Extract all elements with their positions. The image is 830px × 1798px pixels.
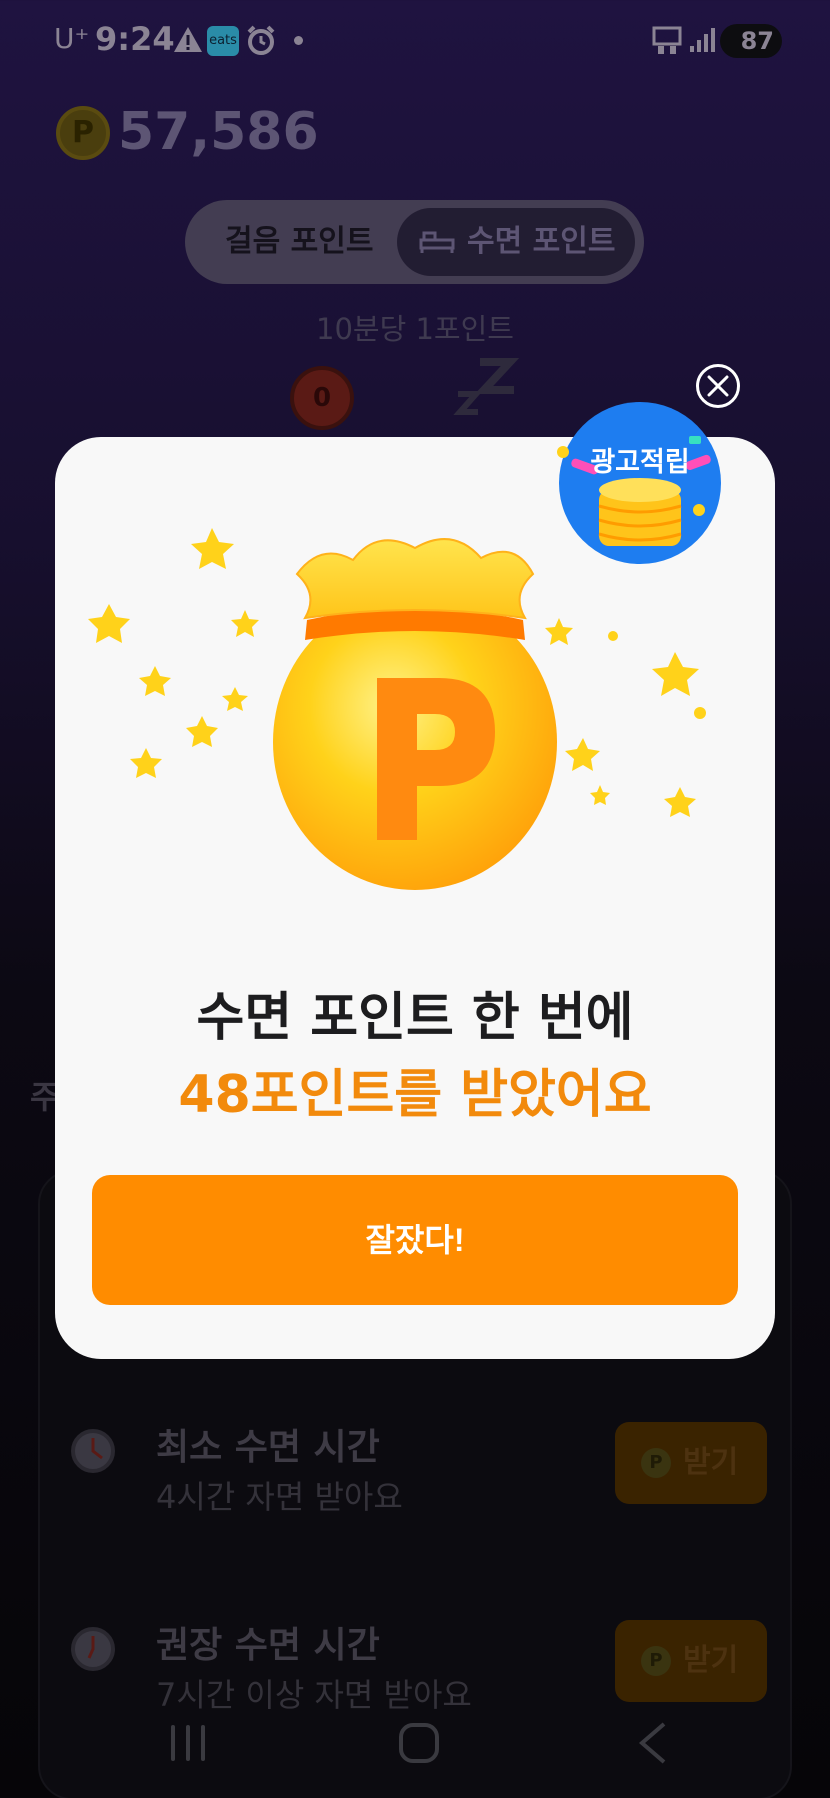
clock-time: 9:24	[95, 20, 175, 58]
clock-icon	[71, 1627, 115, 1671]
network-icon	[652, 26, 682, 54]
ad-reward-label: 광고적립	[590, 447, 690, 478]
alarm-icon	[247, 25, 275, 55]
reward-title: 권장 수면 시간	[156, 1625, 380, 1666]
point-type-toggle[interactable]: 걸음 포인트 수면 포인트	[185, 200, 644, 284]
point-coin-icon: P	[641, 1448, 671, 1478]
claim-button[interactable]: P 받기	[615, 1422, 767, 1504]
claim-button-label: 받기	[683, 1445, 739, 1480]
ad-reward-badge: 광고적립	[557, 400, 723, 566]
reward-title: 최소 수면 시간	[156, 1427, 380, 1468]
zzz-icon	[453, 358, 520, 415]
reward-row-min-sleep: 최소 수면 시간 4시간 자면 받아요 P 받기	[40, 1400, 794, 1530]
coin-stack-icon	[557, 402, 721, 564]
point-coin-icon: P	[56, 106, 110, 160]
tab-sleep-label: 수면 포인트	[467, 224, 616, 259]
tab-sleep-points[interactable]: 수면 포인트	[397, 208, 635, 276]
eats-app-icon: eats	[207, 26, 239, 56]
modal-message-line2: 48포인트를 받았어요	[178, 1065, 652, 1125]
points-total: 57,586	[118, 102, 319, 162]
modal-message-line1: 수면 포인트 한 번에	[196, 988, 634, 1048]
tab-walk-points[interactable]: 걸음 포인트	[225, 200, 373, 284]
point-rate-text: 10분당 1포인트	[316, 312, 514, 346]
point-coin-icon: P	[641, 1646, 671, 1676]
confirm-button-label: 잘잤다!	[365, 1222, 465, 1258]
signal-icon	[690, 28, 715, 52]
claim-button-label: 받기	[683, 1643, 739, 1678]
confirm-button[interactable]: 잘잤다!	[92, 1175, 738, 1305]
warning-icon	[174, 27, 202, 52]
home-icon[interactable]	[398, 1722, 440, 1764]
system-nav-bar	[0, 1700, 830, 1798]
sleep-counter-badge: 0	[290, 366, 354, 430]
status-bar: U⁺ 9:24 eats 87	[0, 0, 830, 84]
recent-apps-icon[interactable]	[168, 1722, 208, 1764]
bed-icon	[419, 231, 455, 253]
carrier-label: U⁺	[54, 22, 90, 55]
reward-subtitle: 4시간 자면 받아요	[156, 1478, 403, 1516]
money-bag-illustration	[88, 528, 706, 890]
clock-icon	[71, 1429, 115, 1473]
battery-indicator: 87	[720, 24, 782, 58]
back-icon[interactable]	[636, 1720, 668, 1766]
notification-dot-icon	[294, 36, 303, 45]
claim-button[interactable]: P 받기	[615, 1620, 767, 1702]
